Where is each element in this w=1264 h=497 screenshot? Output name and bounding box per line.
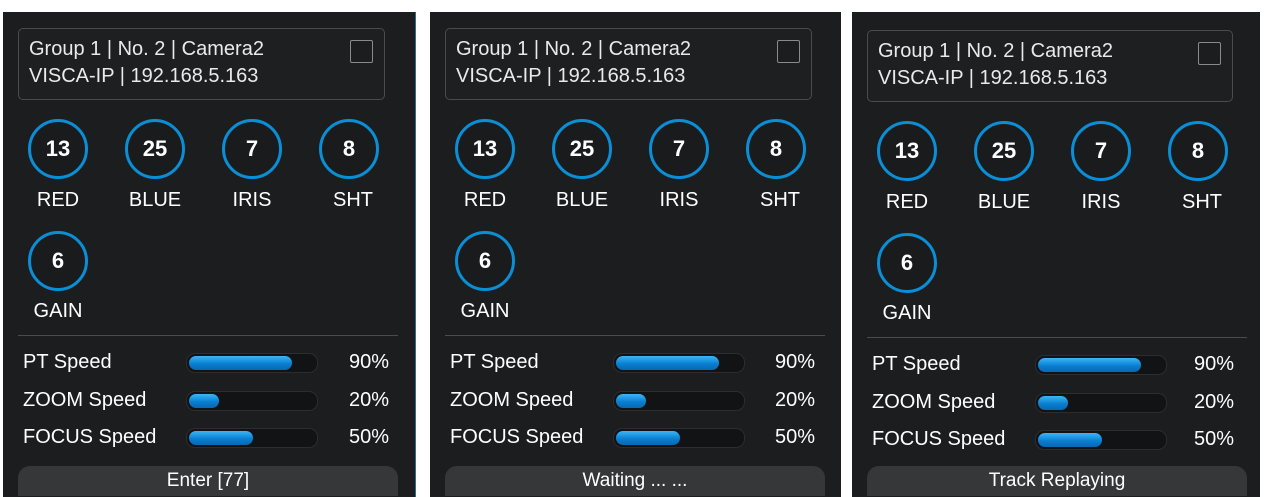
gain-knob[interactable]: 6 — [455, 231, 515, 291]
pt-speed-slider[interactable] — [186, 353, 318, 373]
red-knob[interactable]: 13 — [877, 121, 937, 181]
iris-label: IRIS — [232, 189, 272, 211]
focus-speed-fill — [1038, 433, 1103, 447]
focus-speed-percent: 50% — [348, 426, 389, 448]
red-label: RED — [463, 189, 507, 211]
divider — [18, 335, 398, 336]
focus-speed-label: FOCUS Speed — [450, 426, 584, 448]
divider — [867, 337, 1247, 338]
gain-label: GAIN — [460, 300, 510, 322]
focus-speed-label: FOCUS Speed — [872, 428, 1006, 450]
divider — [445, 335, 825, 336]
zoom-speed-fill — [189, 394, 220, 408]
pt-speed-slider[interactable] — [1035, 355, 1167, 375]
sht-knob[interactable]: 8 — [319, 119, 379, 179]
camera-info-line2: VISCA-IP | 192.168.5.163 — [878, 67, 1108, 89]
focus-speed-slider[interactable] — [186, 428, 318, 448]
pt-speed-percent: 90% — [1193, 353, 1234, 375]
status-bar: Enter [77] — [18, 466, 398, 496]
red-knob[interactable]: 13 — [28, 119, 88, 179]
focus-speed-slider[interactable] — [1035, 430, 1167, 450]
zoom-speed-percent: 20% — [774, 389, 815, 411]
pt-speed-label: PT Speed — [450, 351, 539, 373]
sht-label: SHT — [760, 189, 800, 211]
select-checkbox[interactable] — [1198, 42, 1221, 65]
iris-label: IRIS — [1081, 191, 1121, 213]
iris-knob[interactable]: 7 — [222, 119, 282, 179]
zoom-speed-slider[interactable] — [186, 391, 318, 411]
camera-info-line1: Group 1 | No. 2 | Camera2 — [29, 38, 264, 60]
zoom-speed-slider[interactable] — [613, 391, 745, 411]
pt-speed-percent: 90% — [774, 351, 815, 373]
focus-speed-percent: 50% — [1193, 428, 1234, 450]
red-label: RED — [885, 191, 929, 213]
camera-info-box[interactable]: Group 1 | No. 2 | Camera2 VISCA-IP | 192… — [445, 28, 812, 100]
gain-knob[interactable]: 6 — [877, 233, 937, 293]
sht-label: SHT — [333, 189, 373, 211]
red-label: RED — [36, 189, 80, 211]
sht-knob[interactable]: 8 — [1168, 121, 1228, 181]
camera-info-line2: VISCA-IP | 192.168.5.163 — [29, 65, 259, 87]
camera-panel-2: Group 1 | No. 2 | Camera2 VISCA-IP | 192… — [430, 12, 841, 497]
focus-speed-slider[interactable] — [613, 428, 745, 448]
pt-speed-fill — [1038, 358, 1142, 372]
gain-label: GAIN — [33, 300, 83, 322]
gain-knob[interactable]: 6 — [28, 231, 88, 291]
iris-label: IRIS — [659, 189, 699, 211]
blue-knob[interactable]: 25 — [974, 121, 1034, 181]
camera-info-line2: VISCA-IP | 192.168.5.163 — [456, 65, 686, 87]
camera-panel-3: Group 1 | No. 2 | Camera2 VISCA-IP | 192… — [852, 12, 1260, 497]
pt-speed-label: PT Speed — [872, 353, 961, 375]
zoom-speed-percent: 20% — [1193, 391, 1234, 413]
camera-info-line1: Group 1 | No. 2 | Camera2 — [456, 38, 691, 60]
iris-knob[interactable]: 7 — [1071, 121, 1131, 181]
zoom-speed-fill — [1038, 396, 1069, 410]
pt-speed-label: PT Speed — [23, 351, 112, 373]
sht-label: SHT — [1182, 191, 1222, 213]
blue-knob[interactable]: 25 — [125, 119, 185, 179]
iris-knob[interactable]: 7 — [649, 119, 709, 179]
zoom-speed-slider[interactable] — [1035, 393, 1167, 413]
zoom-speed-fill — [616, 394, 647, 408]
red-knob[interactable]: 13 — [455, 119, 515, 179]
select-checkbox[interactable] — [350, 40, 373, 63]
blue-label: BLUE — [555, 189, 609, 211]
pt-speed-percent: 90% — [348, 351, 389, 373]
focus-speed-label: FOCUS Speed — [23, 426, 157, 448]
blue-knob[interactable]: 25 — [552, 119, 612, 179]
pt-speed-slider[interactable] — [613, 353, 745, 373]
pt-speed-fill — [189, 356, 293, 370]
camera-info-box[interactable]: Group 1 | No. 2 | Camera2 VISCA-IP | 192… — [18, 28, 385, 100]
focus-speed-percent: 50% — [774, 426, 815, 448]
sht-knob[interactable]: 8 — [746, 119, 806, 179]
camera-info-line1: Group 1 | No. 2 | Camera2 — [878, 40, 1113, 62]
focus-speed-fill — [189, 431, 254, 445]
blue-label: BLUE — [128, 189, 182, 211]
status-bar: Track Replaying — [867, 466, 1247, 496]
camera-info-box[interactable]: Group 1 | No. 2 | Camera2 VISCA-IP | 192… — [867, 30, 1233, 102]
focus-speed-fill — [616, 431, 681, 445]
gain-label: GAIN — [882, 302, 932, 324]
blue-label: BLUE — [977, 191, 1031, 213]
status-bar: Waiting ... ... — [445, 466, 825, 496]
pt-speed-fill — [616, 356, 720, 370]
camera-panel-1: Group 1 | No. 2 | Camera2 VISCA-IP | 192… — [3, 12, 416, 497]
zoom-speed-label: ZOOM Speed — [23, 389, 147, 411]
select-checkbox[interactable] — [777, 40, 800, 63]
zoom-speed-label: ZOOM Speed — [872, 391, 996, 413]
zoom-speed-label: ZOOM Speed — [450, 389, 574, 411]
zoom-speed-percent: 20% — [348, 389, 389, 411]
